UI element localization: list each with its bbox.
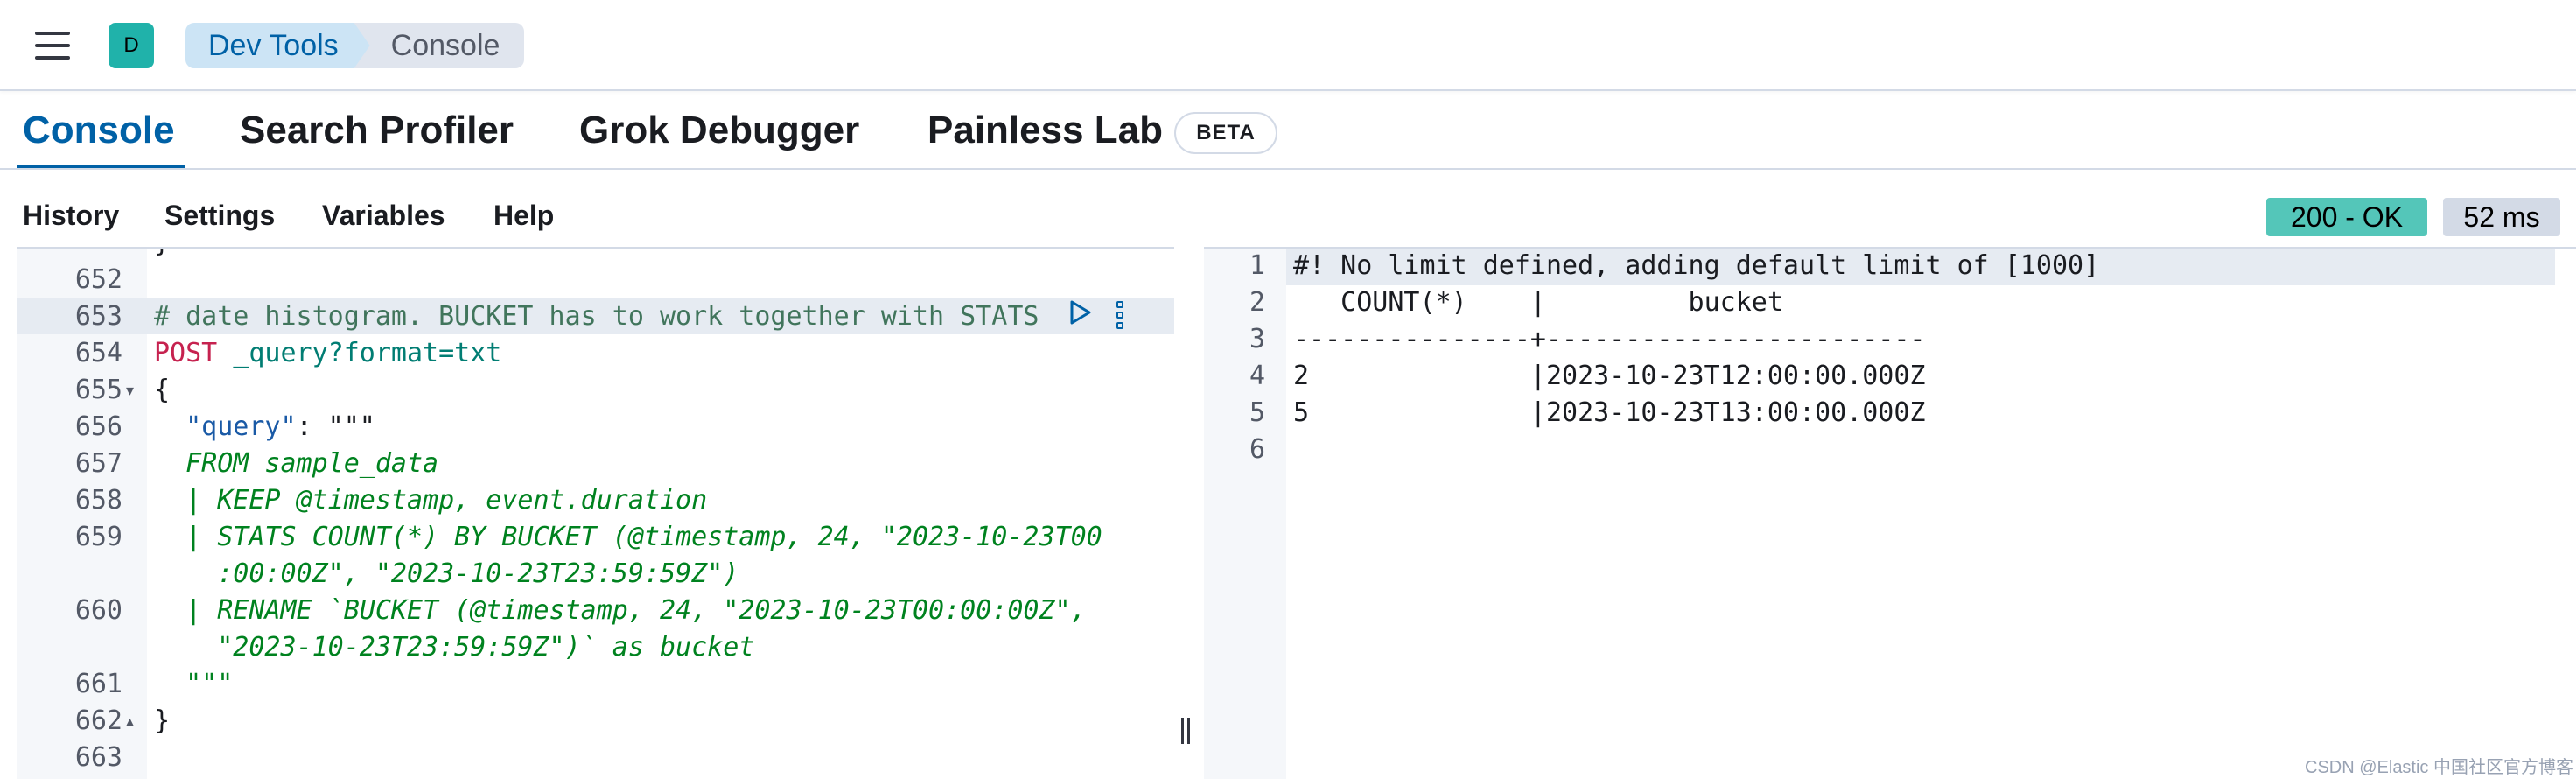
- line-number: 4: [1249, 361, 1265, 391]
- request-editor[interactable]: } 652 653 # date histogram. BUCKET has t…: [18, 247, 1174, 779]
- active-tab-indicator: [18, 165, 186, 168]
- code-line: | RENAME `BUCKET (@timestamp, 24, "2023-…: [154, 595, 1087, 626]
- response-line: #! No limit defined, adding default limi…: [1293, 250, 2100, 281]
- line-number: 1: [1249, 250, 1265, 281]
- line-number: 654: [74, 338, 122, 368]
- line-number: 661: [74, 669, 122, 699]
- top-header: D Dev Tools Console: [0, 0, 2576, 91]
- fold-arrow-icon[interactable]: ▴: [126, 712, 134, 731]
- help-button[interactable]: Help: [494, 200, 554, 232]
- fold-arrow-icon[interactable]: ▾: [126, 382, 134, 400]
- json-key: "query": [186, 411, 297, 442]
- response-line: 5 |2023-10-23T13:00:00.000Z: [1293, 397, 1926, 428]
- tab-search-profiler[interactable]: Search Profiler: [240, 109, 514, 165]
- panel-resize-handle[interactable]: [1180, 718, 1192, 744]
- line-number: 3: [1249, 324, 1265, 354]
- beta-badge: BETA: [1174, 112, 1278, 154]
- response-line: 2 |2023-10-23T12:00:00.000Z: [1293, 361, 1926, 391]
- line-number: 662: [74, 705, 122, 736]
- actions-menu-icon[interactable]: [1116, 301, 1125, 329]
- code-line: """: [154, 669, 234, 699]
- response-line: ---------------+------------------------: [1293, 324, 1926, 354]
- breadcrumb-dev-tools[interactable]: Dev Tools: [186, 23, 370, 68]
- line-number: 6: [1249, 434, 1265, 465]
- line-number: 5: [1249, 397, 1265, 428]
- history-button[interactable]: History: [23, 200, 119, 232]
- code-line: POST _query?format=txt: [154, 338, 501, 368]
- tab-grok-debugger[interactable]: Grok Debugger: [579, 109, 859, 165]
- code-line-wrapped: "2023-10-23T23:59:59Z")` as bucket: [154, 632, 755, 663]
- http-method: POST: [154, 338, 218, 368]
- code-line: "query": """: [154, 411, 375, 442]
- line-number: 660: [74, 595, 122, 626]
- status-badge: 200 - OK: [2266, 198, 2427, 236]
- request-url: _query?format=txt: [233, 338, 502, 368]
- code-line: {: [154, 375, 171, 405]
- menu-icon[interactable]: [35, 32, 70, 60]
- response-line: COUNT(*) | bucket: [1293, 287, 1783, 318]
- code-line: }: [154, 705, 171, 736]
- space-avatar[interactable]: D: [108, 23, 154, 68]
- tab-painless-lab[interactable]: Painless Lab: [928, 109, 1163, 165]
- line-number: 658: [74, 485, 122, 516]
- json-value: : """: [296, 411, 375, 442]
- code-line: | KEEP @timestamp, event.duration: [154, 485, 708, 516]
- code-line-wrapped: :00:00Z", "2023-10-23T23:59:59Z"): [154, 558, 739, 589]
- code-line: # date histogram. BUCKET has to work tog…: [154, 301, 1040, 332]
- line-number: 653: [74, 301, 122, 332]
- line-number: 659: [74, 522, 122, 552]
- response-editor[interactable]: 1 #! No limit defined, adding default li…: [1204, 247, 2576, 779]
- line-number: 655: [74, 375, 122, 405]
- line-number: 656: [74, 411, 122, 442]
- line-number: 2: [1249, 287, 1265, 318]
- line-number: 663: [74, 742, 122, 773]
- breadcrumb: Dev Tools Console: [186, 23, 525, 68]
- line-number: 652: [74, 264, 122, 295]
- settings-button[interactable]: Settings: [164, 200, 275, 232]
- send-request-icon[interactable]: [1069, 299, 1092, 326]
- devtools-tabs: Console Search Profiler Grok Debugger Pa…: [0, 91, 2576, 170]
- variables-button[interactable]: Variables: [322, 200, 445, 232]
- tab-console[interactable]: Console: [23, 109, 175, 165]
- line-number: 657: [74, 448, 122, 479]
- duration-badge: 52 ms: [2443, 198, 2560, 236]
- code-line: FROM sample_data: [154, 448, 439, 479]
- watermark: CSDN @Elastic 中国社区官方博客: [2305, 758, 2573, 777]
- code-line: | STATS COUNT(*) BY BUCKET (@timestamp, …: [154, 522, 1102, 552]
- breadcrumb-console: Console: [354, 23, 525, 68]
